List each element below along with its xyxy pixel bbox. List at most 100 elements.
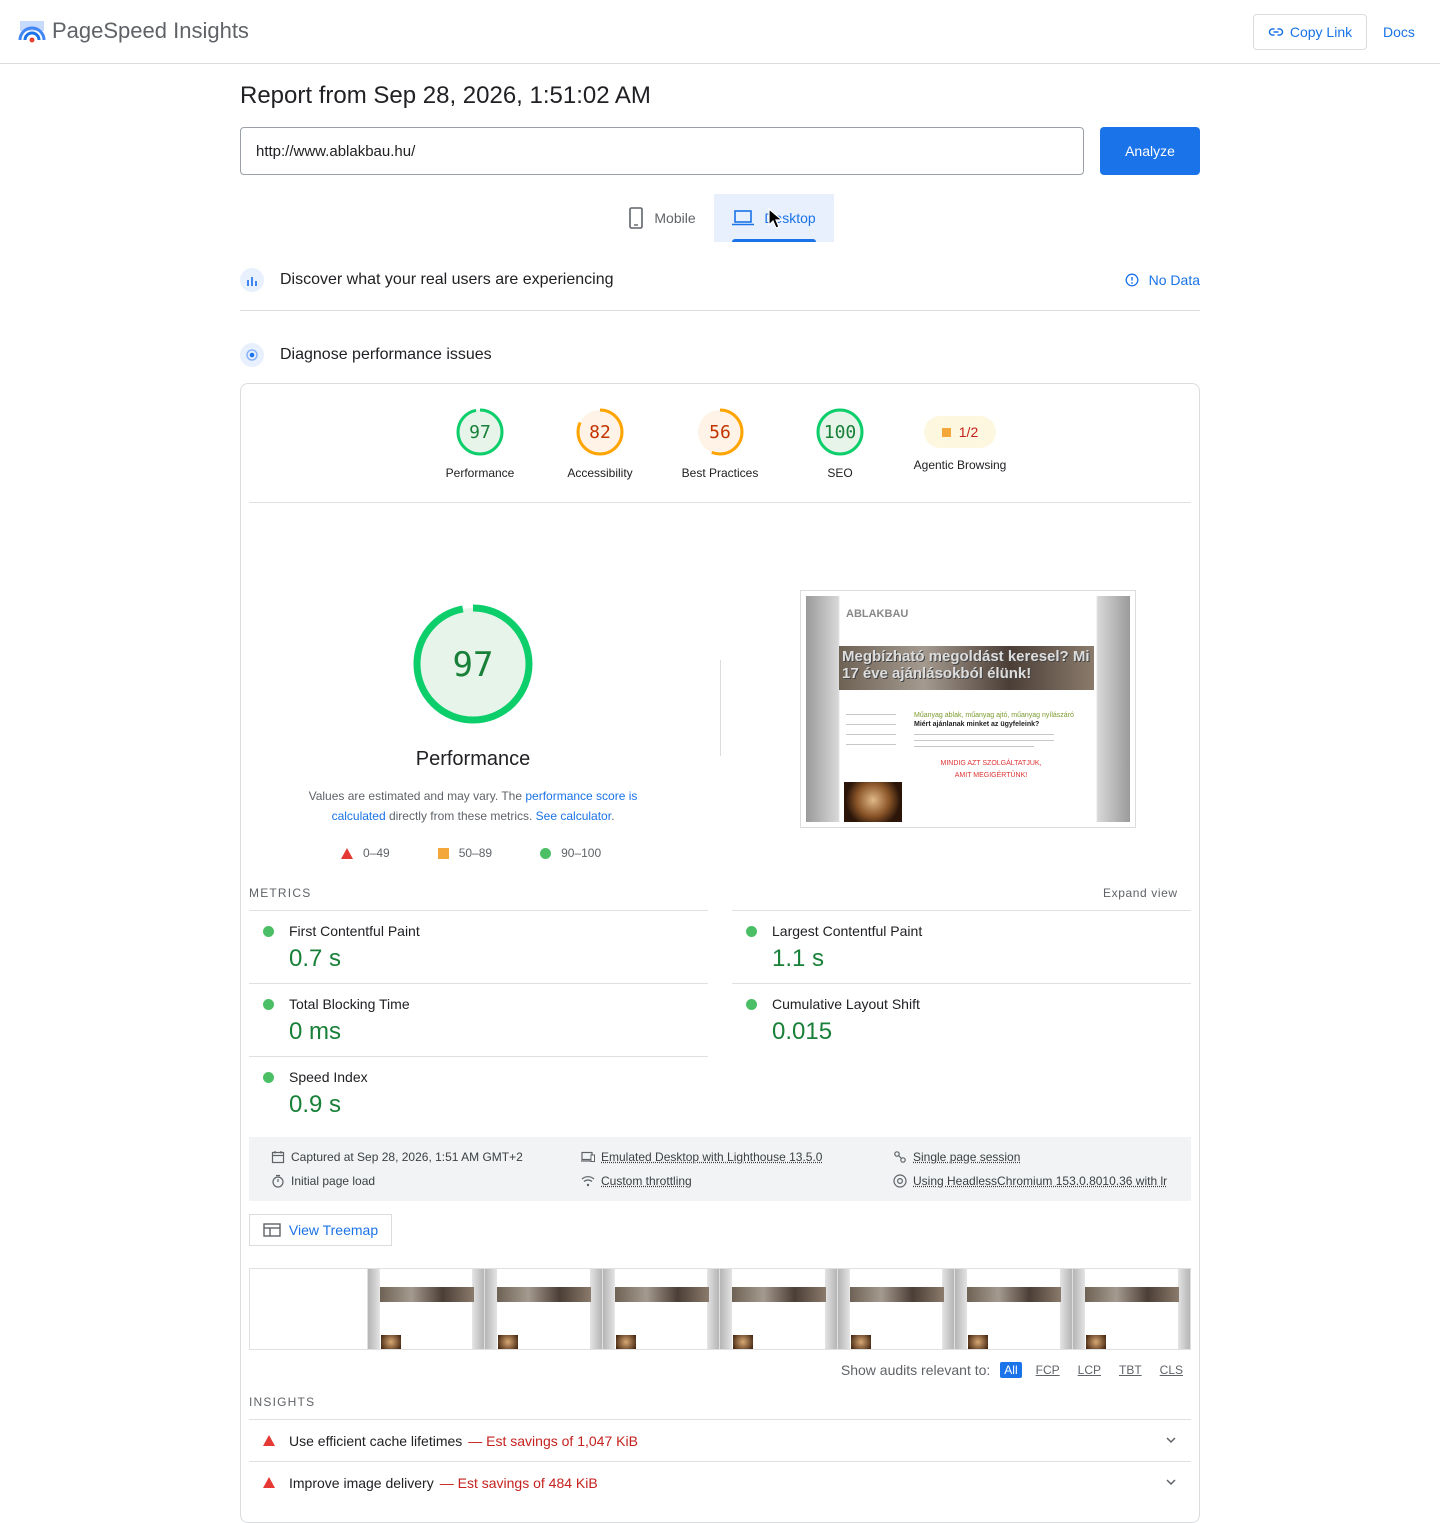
gauge-label: Performance <box>420 466 540 480</box>
metric-label: Total Blocking Time <box>289 996 410 1012</box>
metric-label: First Contentful Paint <box>289 923 420 939</box>
estimate-mid: directly from these metrics. <box>386 809 536 823</box>
filmstrip-frame <box>368 1269 486 1349</box>
gauge-ring: 56 <box>696 408 744 456</box>
screenshot-subheading: Műanyag ablak, műanyag ajtó, műanyag nyí… <box>914 712 1074 719</box>
info-emulated-text: Emulated Desktop with Lighthouse 13.5.0 <box>601 1150 822 1164</box>
info-browser[interactable]: Using HeadlessChromium 153.0.8010.36 wit… <box>893 1174 1183 1188</box>
mobile-phone-icon <box>628 207 644 229</box>
gauge-score: 100 <box>824 422 857 443</box>
screenshot-sidebar-line <box>846 734 896 735</box>
info-captured-text: Captured at Sep 28, 2026, 1:51 AM GMT+2 <box>291 1150 523 1164</box>
filmstrip-frame <box>485 1269 603 1349</box>
gauge-ring: 82 <box>576 408 624 456</box>
screenshot-sidebar-line <box>846 724 896 725</box>
info-throttling-text: Custom throttling <box>601 1174 692 1188</box>
audits-filter-label: Show audits relevant to: <box>841 1362 990 1378</box>
laptop-icon <box>732 210 754 226</box>
no-data-label: No Data <box>1149 272 1200 288</box>
screenshot-text-line <box>914 740 1054 741</box>
estimate-suffix: . <box>611 809 614 823</box>
gauge-label: Agentic Browsing <box>900 458 1020 472</box>
vertical-divider <box>720 660 721 756</box>
metric-value: 0.7 s <box>289 945 341 973</box>
users-chart-icon <box>240 268 264 292</box>
gauge-agentic-browsing[interactable]: 1/2 Agentic Browsing <box>900 408 1020 472</box>
screenshot-banner-text: Megbízható megoldást keresel? Mi 17 éve … <box>842 648 1092 682</box>
no-data-link[interactable]: No Data <box>1125 272 1200 288</box>
score-legend: 0–49 50–89 90–100 <box>341 846 621 860</box>
insight-image-delivery[interactable]: Improve image delivery — Est savings of … <box>249 1461 1191 1503</box>
average-square-icon <box>942 428 951 437</box>
legend-good-label: 90–100 <box>561 846 601 860</box>
chrome-icon <box>893 1174 907 1188</box>
info-throttling[interactable]: Custom throttling <box>581 1174 692 1188</box>
filter-chip-fcp[interactable]: FCP <box>1032 1362 1064 1378</box>
screenshot-text-line <box>914 734 1054 735</box>
diagnose-title: Diagnose performance issues <box>280 346 492 364</box>
treemap-icon <box>263 1223 281 1237</box>
metric-label: Speed Index <box>289 1069 368 1085</box>
screenshot-heading: Miért ajánlanak minket az ügyfeleink? <box>914 721 1039 728</box>
copy-link-button[interactable]: Copy Link <box>1253 14 1367 50</box>
gauge-performance[interactable]: 97 Performance <box>420 408 540 480</box>
view-treemap-button[interactable]: View Treemap <box>249 1214 392 1246</box>
diagnose-target-icon <box>240 343 264 367</box>
filmstrip-frame <box>955 1269 1073 1349</box>
analyze-button[interactable]: Analyze <box>1100 127 1200 175</box>
tab-mobile[interactable]: Mobile <box>610 194 714 242</box>
filter-chip-lcp[interactable]: LCP <box>1074 1362 1105 1378</box>
section-divider <box>240 310 1200 311</box>
tab-mobile-label: Mobile <box>654 210 695 226</box>
expand-view-button[interactable]: Expand view <box>1103 886 1178 900</box>
gauge-ring: 100 <box>816 408 864 456</box>
estimate-prefix: Values are estimated and may vary. The <box>309 789 526 803</box>
metric-value: 0.015 <box>772 1018 832 1046</box>
filter-chip-tbt[interactable]: TBT <box>1115 1362 1146 1378</box>
runtime-info-bar: Captured at Sep 28, 2026, 1:51 AM GMT+2 … <box>249 1137 1191 1201</box>
gauge-score: 97 <box>469 422 491 443</box>
gauge-best-practices[interactable]: 56 Best Practices <box>660 408 780 480</box>
metric-label: Largest Contentful Paint <box>772 923 922 939</box>
screenshot-text-line <box>914 746 1034 747</box>
report-title: Report from Sep 28, 2026, 1:51:02 AM <box>240 82 651 110</box>
audits-filter: Show audits relevant to: All FCP LCP TBT… <box>841 1362 1187 1378</box>
insights-header: INSIGHTS <box>249 1395 315 1409</box>
estimate-note: Values are estimated and may vary. The p… <box>289 786 657 826</box>
url-input[interactable] <box>240 127 1084 175</box>
filter-chip-all[interactable]: All <box>1000 1362 1021 1378</box>
performance-big-gauge: 97 <box>411 602 535 726</box>
brand-title[interactable]: PageSpeed Insights <box>52 18 249 44</box>
final-screenshot[interactable]: ABLAKBAU Megbízható megoldást keresel? M… <box>800 590 1136 828</box>
metric-speed-index: Speed Index 0.9 s <box>249 1056 708 1129</box>
screenshot-page: ABLAKBAU Megbízható megoldást keresel? M… <box>806 596 1130 822</box>
info-browser-text: Using HeadlessChromium 153.0.8010.36 wit… <box>913 1174 1167 1188</box>
mouse-cursor-icon <box>768 208 786 230</box>
performance-big-score: 97 <box>453 645 494 685</box>
metric-fcp: First Contentful Paint 0.7 s <box>249 910 708 983</box>
info-emulated[interactable]: Emulated Desktop with Lighthouse 13.5.0 <box>581 1150 822 1164</box>
poor-triangle-icon <box>263 1477 275 1488</box>
filter-chip-cls[interactable]: CLS <box>1156 1362 1187 1378</box>
good-circle-icon <box>746 999 757 1010</box>
insight-cache-lifetimes[interactable]: Use efficient cache lifetimes — Est savi… <box>249 1419 1191 1461</box>
metric-value: 0.9 s <box>289 1091 341 1119</box>
discover-title: Discover what your real users are experi… <box>280 271 613 289</box>
calculator-link[interactable]: See calculator <box>536 809 611 823</box>
pagespeed-logo-icon[interactable] <box>18 18 46 46</box>
metric-label: Cumulative Layout Shift <box>772 996 920 1012</box>
screenshot-sidebar-line <box>846 714 896 715</box>
filmstrip-frame <box>603 1269 721 1349</box>
poor-triangle-icon <box>341 848 353 859</box>
screenshot-image <box>844 782 902 822</box>
timer-icon <box>271 1174 285 1188</box>
session-icon <box>893 1150 907 1164</box>
info-session[interactable]: Single page session <box>893 1150 1020 1164</box>
info-initial-text: Initial page load <box>291 1174 375 1188</box>
gauge-label: SEO <box>780 466 900 480</box>
docs-link[interactable]: Docs <box>1383 24 1415 40</box>
devices-icon <box>581 1150 595 1164</box>
gauge-seo[interactable]: 100 SEO <box>780 408 900 480</box>
gauge-accessibility[interactable]: 82 Accessibility <box>540 408 660 480</box>
legend-poor: 0–49 <box>341 846 390 860</box>
